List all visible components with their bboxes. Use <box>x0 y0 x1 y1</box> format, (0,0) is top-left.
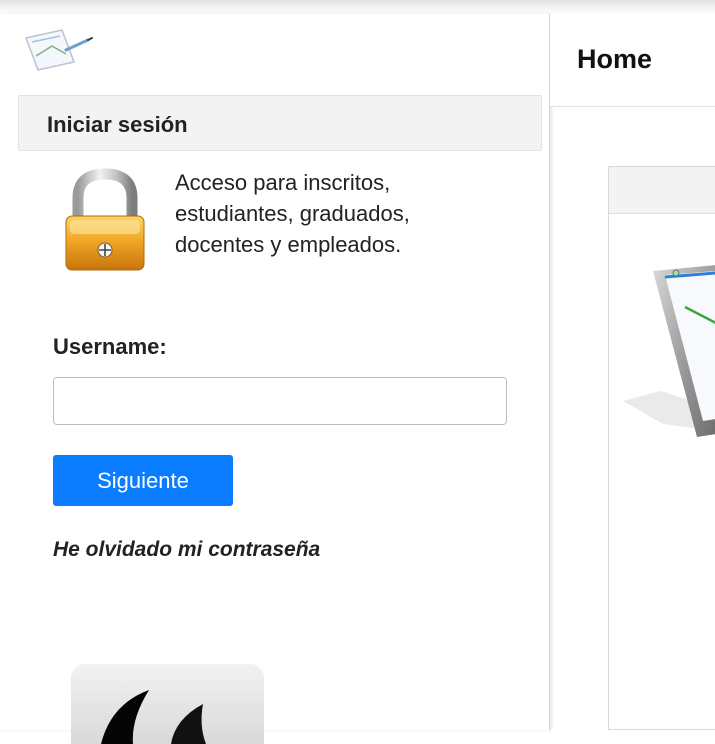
login-sidebar: Iniciar sesión Acceso para inscritos, es… <box>0 14 550 744</box>
pen-tablet-logo-icon <box>24 29 93 71</box>
app-tile-icon <box>101 690 206 744</box>
padlock-icon <box>65 168 145 271</box>
next-button[interactable]: Siguiente <box>53 455 233 506</box>
access-line: Acceso para inscritos, <box>175 170 391 195</box>
access-description: Acceso para inscritos, estudiantes, grad… <box>175 167 515 260</box>
content-card <box>608 166 715 730</box>
forgot-password-link[interactable]: He olvidado mi contraseña <box>53 538 320 562</box>
login-panel-header: Iniciar sesión <box>18 95 542 151</box>
main-header: Home <box>550 14 715 107</box>
tablet-illustration-icon <box>623 265 715 437</box>
app-tile[interactable] <box>71 664 264 744</box>
login-panel-title: Iniciar sesión <box>47 112 188 137</box>
access-line: docentes y empleados. <box>175 232 402 257</box>
access-line: estudiantes, graduados, <box>175 201 410 226</box>
username-label: Username: <box>53 334 167 359</box>
page-title: Home <box>577 44 653 74</box>
top-shadow <box>0 0 715 14</box>
card-header <box>609 167 715 214</box>
username-input[interactable] <box>53 377 507 425</box>
